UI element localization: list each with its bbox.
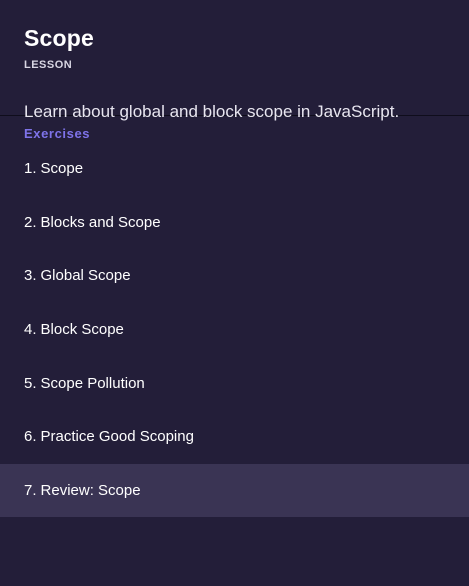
exercise-label: Scope xyxy=(40,160,84,178)
lesson-description: Learn about global and block scope in Ja… xyxy=(24,102,400,121)
exercise-number: 5. xyxy=(24,374,37,392)
exercise-item-6[interactable]: 6. Practice Good Scoping xyxy=(0,410,469,464)
exercise-number: 6. xyxy=(24,428,37,446)
exercise-label: Practice Good Scoping xyxy=(40,428,194,446)
lesson-title: Scope xyxy=(24,25,95,51)
exercise-number: 7. xyxy=(24,481,37,499)
exercise-list: 1. Scope 2. Blocks and Scope 3. Global S… xyxy=(0,142,469,518)
exercise-label: Review: Scope xyxy=(40,481,141,499)
lesson-panel: Scope LESSON Learn about global and bloc… xyxy=(0,0,469,586)
exercise-number: 3. xyxy=(24,267,37,285)
exercise-number: 4. xyxy=(24,321,37,339)
exercise-item-4[interactable]: 4. Block Scope xyxy=(0,303,469,357)
lesson-type-label: LESSON xyxy=(24,59,73,71)
exercise-item-2[interactable]: 2. Blocks and Scope xyxy=(0,196,469,250)
exercise-item-5[interactable]: 5. Scope Pollution xyxy=(0,356,469,410)
exercise-item-3[interactable]: 3. Global Scope xyxy=(0,249,469,303)
lesson-header: Scope LESSON Learn about global and bloc… xyxy=(0,0,469,121)
exercise-item-7-active[interactable]: 7. Review: Scope xyxy=(0,463,469,518)
exercise-number: 2. xyxy=(24,213,37,231)
exercise-label: Scope Pollution xyxy=(40,374,145,392)
exercise-label: Block Scope xyxy=(40,321,124,339)
exercise-number: 1. xyxy=(24,160,37,178)
exercise-item-1[interactable]: 1. Scope xyxy=(0,142,469,196)
exercise-label: Blocks and Scope xyxy=(40,213,161,231)
exercise-label: Global Scope xyxy=(40,267,131,285)
